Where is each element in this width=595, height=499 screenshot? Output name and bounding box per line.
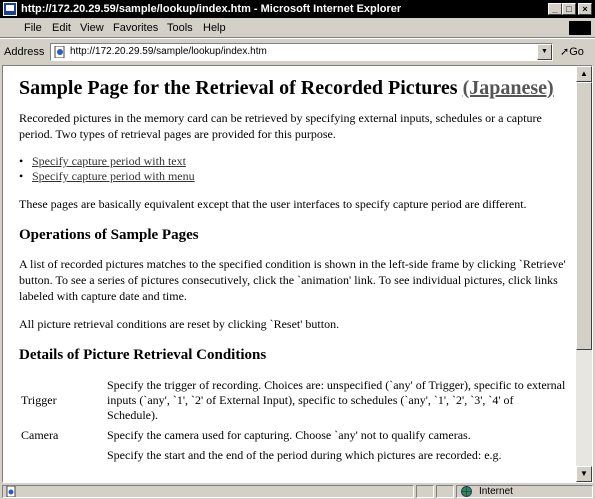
title-bar: http://172.20.29.59/sample/lookup/index.… (0, 0, 595, 18)
reset-paragraph: All picture retrieval conditions are res… (19, 317, 340, 331)
ie-logo-icon (3, 2, 17, 16)
retrieval-links: • Specify capture period with text • Speci… (19, 154, 575, 184)
page-status-icon (6, 486, 16, 497)
menu-view[interactable]: View (80, 22, 104, 35)
conditions-table: Trigger Specify the trigger of recording… (19, 376, 567, 466)
details-heading: Details of Picture Retrieval Conditions (19, 347, 267, 363)
window-title: http://172.20.29.59/sample/lookup/index.… (21, 3, 402, 15)
scroll-down-arrow-icon[interactable]: ▼ (576, 466, 592, 482)
browser-window: http://172.20.29.59/sample/lookup/index.… (0, 0, 595, 499)
condition-name: Camera (21, 428, 59, 442)
condition-desc: Specify the camera used for capturing. C… (107, 428, 471, 442)
address-dropdown-button[interactable]: ▼ (537, 44, 552, 60)
table-row: Camera Specify the camera used for captu… (19, 426, 567, 446)
minimize-button[interactable]: _ (548, 3, 562, 15)
address-url[interactable]: http://172.20.29.59/sample/lookup/index.… (70, 46, 267, 57)
page-viewport: Sample Page for the Retrieval of Recorde… (2, 65, 593, 483)
close-button[interactable]: × (578, 3, 592, 15)
security-zone: Internet (456, 485, 593, 498)
address-label: Address (4, 46, 45, 58)
status-panel (436, 485, 454, 498)
operations-heading: Operations of Sample Pages (19, 227, 199, 243)
go-button[interactable]: ➚Go (560, 45, 584, 58)
menu-help[interactable]: Help (203, 22, 226, 35)
link-capture-period-menu[interactable]: Specify capture period with menu (32, 169, 195, 183)
condition-desc: Specify the trigger of recording. Choice… (107, 378, 566, 422)
vertical-scrollbar[interactable]: ▲ ▼ (576, 66, 592, 482)
operations-paragraph: A list of recorded pictures matches to t… (19, 257, 566, 303)
intro-paragraph: Recoreded pictures in the memory card ca… (19, 111, 542, 141)
menu-bar: File Edit View Favorites Tools Help (0, 19, 595, 38)
menu-file[interactable]: File (24, 22, 42, 35)
table-row: Specify the start and the end of the per… (19, 446, 567, 466)
scroll-up-arrow-icon[interactable]: ▲ (576, 66, 592, 82)
table-row: Trigger Specify the trigger of recording… (19, 376, 567, 426)
menu-tools[interactable]: Tools (167, 22, 193, 35)
list-item: • Specify capture period with text (19, 154, 575, 169)
bullet: • (19, 154, 24, 168)
scroll-thumb[interactable] (576, 82, 592, 350)
page-icon (54, 46, 65, 58)
link-capture-period-text[interactable]: Specify capture period with text (32, 154, 186, 168)
page-heading: Sample Page for the Retrieval of Recorde… (19, 76, 575, 100)
status-message (2, 485, 414, 498)
page-title: Sample Page for the Retrieval of Recorde… (19, 77, 458, 99)
address-field[interactable]: http://172.20.29.59/sample/lookup/index.… (50, 43, 553, 61)
condition-name (19, 446, 107, 466)
maximize-button[interactable]: □ (562, 3, 576, 15)
status-bar: Internet (0, 484, 595, 499)
menu-favorites[interactable]: Favorites (113, 22, 158, 35)
condition-name: Trigger (21, 393, 57, 407)
zone-label: Internet (479, 486, 513, 497)
list-item: • Specify capture period with menu (19, 169, 575, 184)
condition-desc: Specify the start and the end of the per… (107, 448, 502, 462)
windows-logo-icon (569, 21, 591, 35)
equivalence-note: These pages are basically equivalent exc… (19, 197, 527, 211)
address-bar: Address http://172.20.29.59/sample/looku… (0, 38, 595, 64)
go-label: Go (569, 46, 584, 58)
japanese-link[interactable]: (Japanese) (463, 77, 554, 99)
bullet: • (19, 169, 24, 183)
globe-icon (461, 486, 472, 497)
go-arrow-icon: ➚ (560, 46, 570, 58)
page-content: Sample Page for the Retrieval of Recorde… (19, 76, 575, 466)
status-panel (416, 485, 434, 498)
menu-edit[interactable]: Edit (52, 22, 71, 35)
